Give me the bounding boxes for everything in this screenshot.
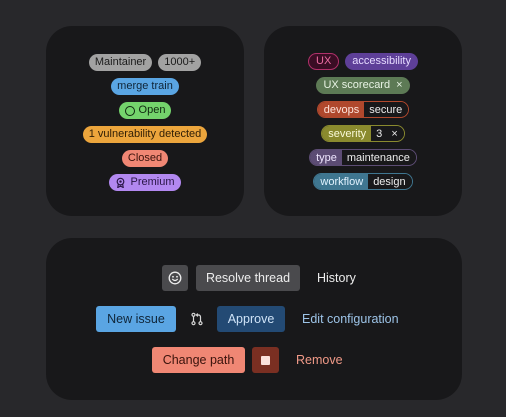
labels-card: UX accessibility UX scorecard × devops s…: [264, 26, 462, 216]
type-value: maintenance: [341, 150, 416, 165]
severity-value: 3: [376, 128, 383, 140]
devops-key: devops: [317, 102, 365, 117]
remove-button[interactable]: Remove: [296, 353, 343, 367]
merge-request-icon: [191, 312, 203, 326]
type-key: type: [310, 150, 342, 165]
new-issue-button[interactable]: New issue: [96, 306, 176, 332]
stop-button[interactable]: [252, 347, 279, 373]
badge-row-4: 1 vulnerability detected: [46, 126, 244, 143]
premium-seal-icon: [117, 177, 125, 188]
accessibility-label[interactable]: accessibility: [345, 53, 418, 70]
badge-row-1: Maintainer 1000+: [46, 54, 244, 71]
premium-label: Premium: [130, 176, 175, 188]
smiley-icon: [168, 271, 182, 285]
severity-value-wrap: 3 ×: [371, 126, 404, 141]
badge-row-6: Premium: [46, 174, 244, 191]
label-row-4: severity 3 ×: [264, 125, 462, 142]
maintainer-badge: Maintainer: [88, 54, 153, 71]
type-scoped-label[interactable]: type maintenance: [309, 149, 417, 166]
merge-train-badge: merge train: [111, 78, 179, 95]
emoji-button[interactable]: [162, 265, 188, 291]
open-status-badge: Open: [118, 102, 172, 119]
label-row-5: type maintenance: [264, 149, 462, 166]
stop-icon: [261, 355, 270, 365]
label-row-6: workflow design: [264, 173, 462, 190]
workflow-value: design: [368, 174, 412, 189]
remove-severity-icon[interactable]: ×: [391, 128, 397, 140]
closed-badge: Closed: [121, 150, 169, 167]
ux-scorecard-label[interactable]: UX scorecard ×: [316, 77, 410, 94]
remove-label-icon[interactable]: ×: [396, 77, 402, 94]
workflow-key: workflow: [314, 174, 369, 189]
badge-row-3: Open: [46, 102, 244, 119]
premium-badge: Premium: [109, 174, 181, 191]
count-badge: 1000+: [158, 54, 202, 71]
edit-configuration-link[interactable]: Edit configuration: [302, 312, 399, 326]
status-open-icon: [124, 105, 135, 116]
label-row-3: devops secure: [264, 101, 462, 118]
badge-row-2: merge train: [46, 78, 244, 95]
vulnerability-badge: 1 vulnerability detected: [82, 126, 208, 143]
merge-request-button[interactable]: [184, 306, 210, 332]
workflow-scoped-label[interactable]: workflow design: [313, 173, 413, 190]
ux-scorecard-text: UX scorecard: [323, 79, 391, 91]
devops-value: secure: [364, 102, 409, 117]
label-row-2: UX scorecard ×: [264, 77, 462, 94]
history-button[interactable]: History: [317, 271, 356, 285]
severity-scoped-label[interactable]: severity 3 ×: [321, 125, 405, 142]
open-status-label: Open: [138, 104, 166, 116]
badges-card: Maintainer 1000+ merge train Open 1 vuln…: [46, 26, 244, 216]
approve-button[interactable]: Approve: [217, 306, 285, 332]
change-path-button[interactable]: Change path: [152, 347, 245, 373]
severity-key: severity: [322, 126, 372, 141]
ux-label[interactable]: UX: [308, 53, 340, 70]
badge-row-5: Closed: [46, 150, 244, 167]
resolve-thread-button[interactable]: Resolve thread: [196, 265, 300, 291]
label-row-1: UX accessibility: [264, 53, 462, 70]
buttons-card: Resolve thread History New issue Approve…: [46, 238, 462, 400]
devops-scoped-label[interactable]: devops secure: [316, 101, 410, 118]
